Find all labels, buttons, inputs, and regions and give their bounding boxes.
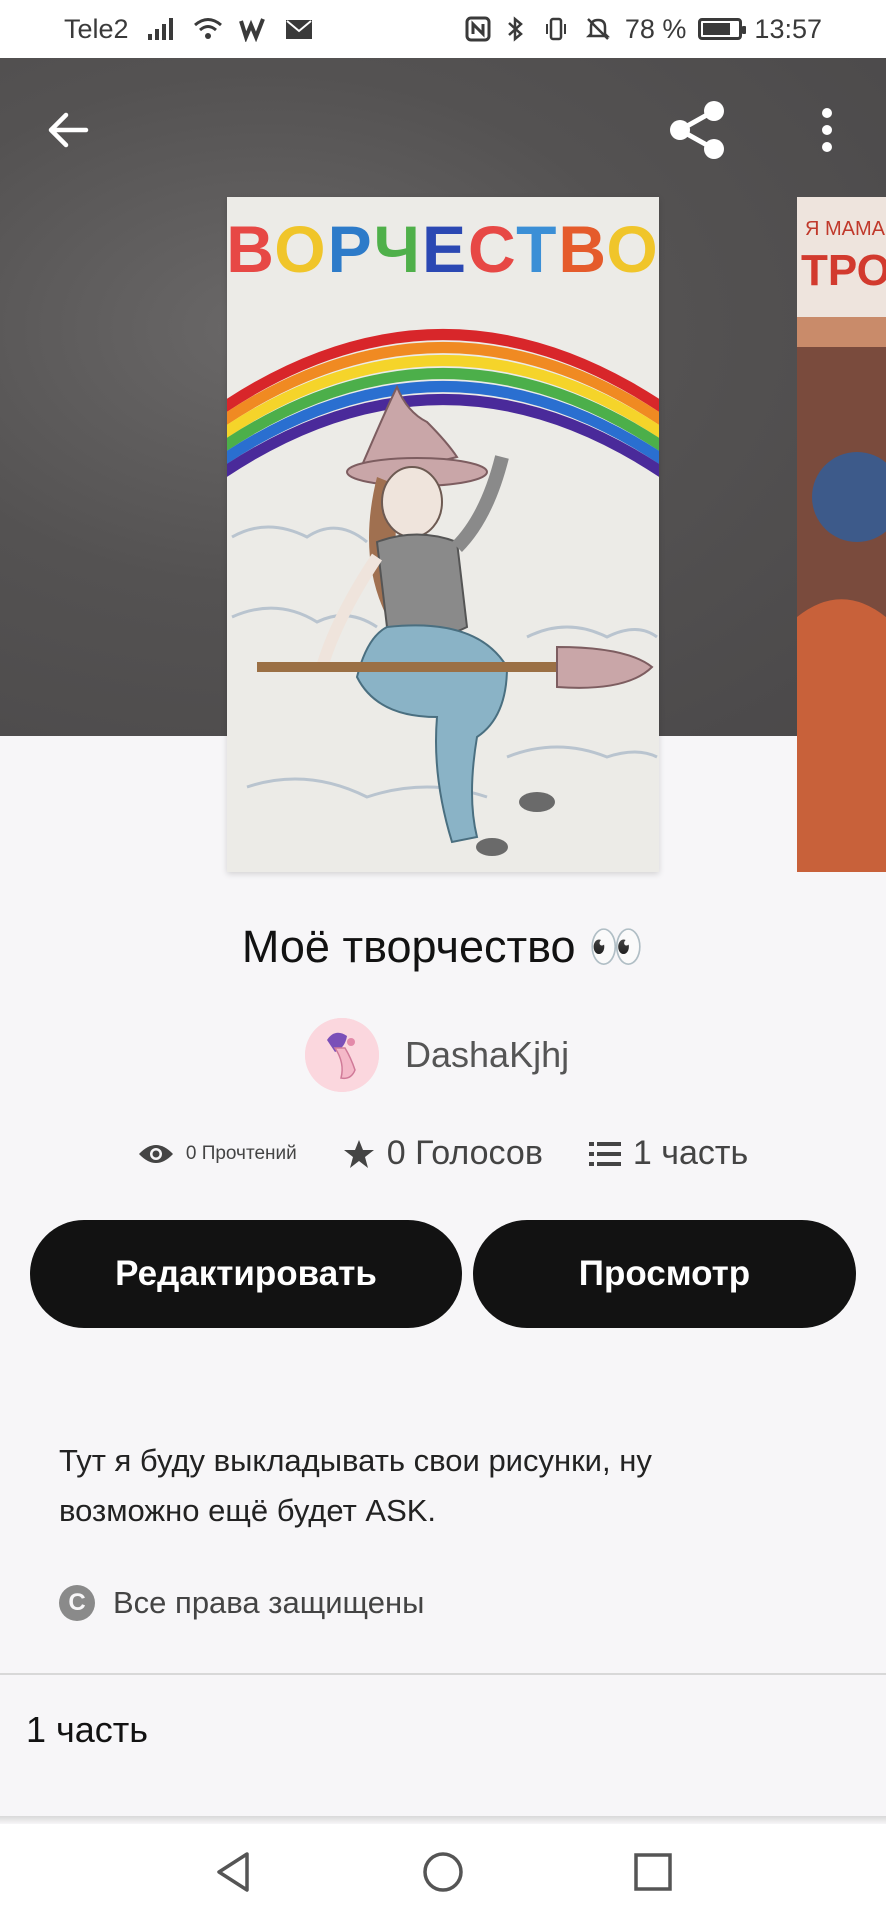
parts-stat: 1 часть [588,1134,749,1173]
parts-count: 1 часть [632,1134,749,1172]
divider [0,1816,886,1824]
votes-stat: 0 Голосов [343,1134,543,1173]
circle-home-icon [423,1852,463,1892]
copyright-info: C Все права защищены [59,1585,424,1621]
edit-button[interactable]: Редактировать [30,1220,462,1328]
nav-back-button[interactable] [203,1842,263,1902]
story-details-screen: Tele2 78 % 13:57 ВОРЧЕСТВО Я МАМА ТРО Мо… [0,0,886,1920]
story-cover[interactable]: ВОРЧЕСТВО [227,197,659,872]
clock: 13:57 [754,13,822,44]
view-button[interactable]: Просмотр [473,1220,856,1328]
svg-text:ТРОГА: ТРОГА [801,246,886,295]
list-icon [588,1141,621,1166]
bluetooth-icon [505,16,533,42]
reads-stat: 0 Прочтений [138,1142,297,1166]
signal-icon [147,16,175,42]
battery-icon [698,18,747,40]
copyright-icon: C [59,1585,95,1621]
eye-icon [138,1144,173,1163]
share-button[interactable] [664,96,732,164]
top-toolbar [0,90,886,170]
system-navigation-bar [0,1824,886,1920]
mail-icon [285,16,313,42]
share-icon [670,101,724,159]
author-link[interactable]: DashaKjhj [305,1018,569,1092]
story-description: Тут я буду выкладывать свои рисунки, ну … [59,1443,652,1528]
status-bar: Tele2 78 % 13:57 [0,0,886,58]
back-button[interactable] [38,100,98,160]
next-cover-illustration: Я МАМА ТРОГА [797,197,886,872]
more-vertical-icon [822,108,832,152]
svg-text:Я МАМА: Я МАМА [805,218,886,240]
story-title: Моё творчество 👀 [241,921,645,972]
reads-count: 0 Прочтений [185,1142,297,1164]
avatar [305,1018,379,1092]
battery-percent: 78 % [624,13,687,44]
part-title: 1 часть [26,1709,149,1750]
svg-text:ВОРЧЕСТВО: ВОРЧЕСТВО [227,212,659,286]
nav-recents-button[interactable] [623,1842,683,1902]
author-name: DashaKjhj [405,1034,570,1075]
vibrate-icon [545,16,573,42]
square-recents-icon [634,1853,672,1891]
nav-home-button[interactable] [413,1842,473,1902]
next-story-cover[interactable]: Я МАМА ТРОГА [797,197,886,872]
carrier-label: Tele2 [64,13,129,44]
nfc-icon [465,16,493,42]
more-options-button[interactable] [802,100,852,160]
votes-count: 0 Голосов [386,1134,543,1172]
w-app-icon [238,16,267,43]
triangle-back-icon [217,1852,249,1892]
list-item[interactable]: 1 часть [0,1675,886,1785]
story-stats: 0 Прочтений 0 Голосов 1 часть [0,1134,886,1173]
cover-illustration: ВОРЧЕСТВО [227,197,659,872]
wifi-icon [193,16,222,42]
star-icon [343,1139,374,1168]
arrow-left-icon [48,112,89,148]
mute-icon [585,16,613,42]
copyright-label: Все права защищены [113,1585,425,1620]
